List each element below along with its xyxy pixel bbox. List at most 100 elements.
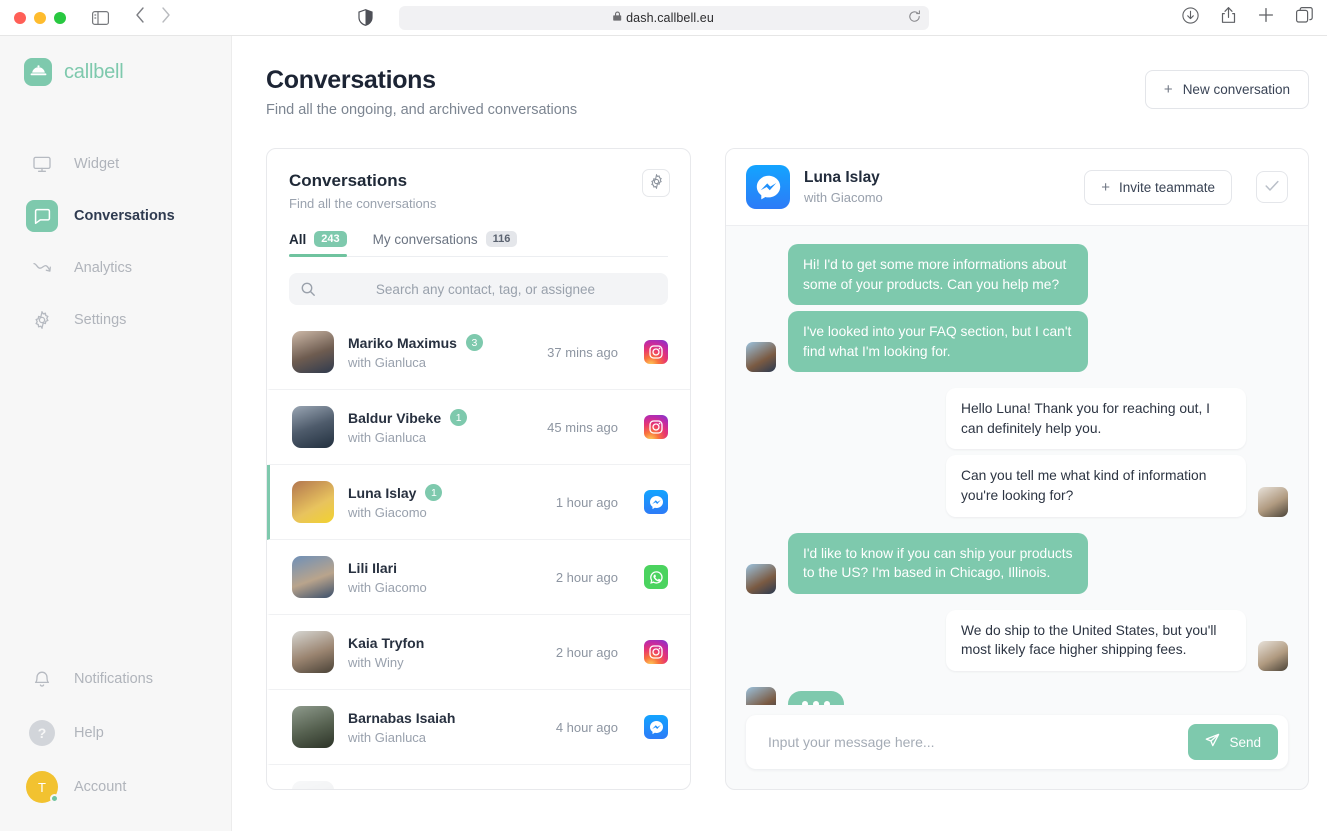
sidebar-item-label: Analytics — [74, 260, 133, 276]
message-bubble: Can you tell me what kind of information… — [946, 455, 1246, 517]
address-bar-container: dash.callbell.eu — [0, 5, 1327, 30]
share-icon[interactable] — [1221, 6, 1236, 29]
contact-avatar — [292, 556, 334, 598]
chat-messages: Hi! I'd to get some more informations ab… — [726, 226, 1308, 705]
back-icon[interactable] — [135, 7, 145, 28]
conversations-panel-header: Conversations Find all the conversations… — [267, 149, 690, 257]
conversation-list[interactable]: Mariko Maximus 3 with Gianluca 37 mins a… — [267, 315, 690, 789]
conversation-list-item[interactable]: Baldur Vibeke 1 with Gianluca 45 mins ag… — [267, 390, 690, 465]
new-conversation-label: New conversation — [1182, 82, 1290, 97]
message-input[interactable] — [768, 734, 1189, 750]
message-composer[interactable]: Send — [746, 715, 1288, 769]
conversation-assignee: with Gianluca — [348, 729, 427, 745]
conversation-list-item[interactable]: Mariko Maximus 3 with Gianluca 37 mins a… — [267, 315, 690, 390]
plus-icon: + — [1101, 178, 1110, 196]
tab-my-conversations-label: My conversations — [372, 231, 478, 247]
app-shell: callbell Widget Conversations Analytics — [0, 36, 1327, 831]
minimize-window-button[interactable] — [34, 11, 46, 24]
tab-all[interactable]: All 243 — [289, 231, 347, 257]
conversations-settings-button[interactable] — [642, 169, 670, 197]
browser-toolbar-right — [1182, 6, 1313, 29]
sidebar-item-notifications[interactable]: Notifications — [0, 655, 231, 703]
window-traffic-lights[interactable] — [14, 11, 66, 24]
conversation-timestamp: 37 mins ago — [547, 344, 618, 360]
contact-name: Kaia Tryfon — [348, 634, 425, 651]
sidebar-toggle-icon[interactable] — [92, 10, 109, 25]
chat-header: Luna Islay with Giacomo + Invite teammat… — [726, 149, 1308, 226]
whatsapp-icon — [644, 565, 668, 589]
sidebar-item-analytics[interactable]: Analytics — [0, 244, 231, 292]
conversation-list-item-selected[interactable]: Luna Islay 1 with Giacomo 1 hour ago — [267, 465, 690, 540]
conversation-list-item[interactable]: Kaia Tryfon with Winy 2 hour ago — [267, 615, 690, 690]
message-bubble: I'd like to know if you can ship your pr… — [788, 532, 1088, 594]
search-input[interactable] — [315, 281, 656, 297]
instagram-icon — [644, 415, 668, 439]
sidebar-item-settings[interactable]: Settings — [0, 296, 231, 344]
invite-teammate-label: Invite teammate — [1118, 179, 1215, 195]
conversation-list-item-partial[interactable] — [267, 765, 690, 789]
browser-navigation[interactable] — [135, 7, 171, 28]
page-title: Conversations — [266, 66, 436, 94]
chat-assignee: with Giacomo — [804, 190, 883, 205]
message-bubble: Hello Luna! Thank you for reaching out, … — [946, 388, 1246, 450]
brand-logo[interactable]: callbell — [0, 36, 231, 86]
conversation-assignee: with Gianluca — [348, 430, 427, 445]
privacy-shield-icon[interactable] — [358, 9, 373, 26]
conversations-panel-title: Conversations — [289, 171, 408, 190]
url-text: dash.callbell.eu — [626, 10, 714, 25]
tab-overview-icon[interactable] — [1296, 7, 1313, 28]
invite-teammate-button[interactable]: + Invite teammate — [1084, 169, 1232, 205]
sidebar-item-label: Account — [74, 779, 127, 795]
panels-row: Conversations Find all the conversations… — [266, 148, 1309, 831]
lock-icon — [613, 11, 622, 24]
message-group-outgoing: We do ship to the United States, but you… — [746, 609, 1288, 671]
close-window-button[interactable] — [14, 11, 26, 24]
conversation-assignee: with Giacomo — [348, 505, 427, 520]
contact-name: Barnabas Isaiah — [348, 709, 456, 726]
message-group-outgoing: Hello Luna! Thank you for reaching out, … — [746, 388, 1288, 517]
sidebar-item-label: Help — [74, 725, 104, 741]
conversation-list-item[interactable]: Lili Ilari with Giacomo 2 hour ago — [267, 540, 690, 615]
instagram-icon — [644, 640, 668, 664]
contact-name: Luna Islay — [348, 484, 417, 501]
message-bubble: Hi! I'd to get some more informations ab… — [788, 244, 1088, 306]
chat-bubble-icon — [26, 200, 58, 232]
conversation-timestamp: 1 hour ago — [555, 494, 618, 510]
trend-down-icon — [26, 252, 58, 284]
conversation-timestamp: 2 hour ago — [555, 644, 618, 660]
message-bubbles: Hi! I'd to get some more informations ab… — [788, 244, 1088, 373]
address-bar[interactable]: dash.callbell.eu — [398, 5, 929, 30]
sidebar-item-widget[interactable]: Widget — [0, 140, 231, 188]
sidebar-item-conversations[interactable]: Conversations — [0, 192, 231, 240]
sidebar-item-account[interactable]: T Account — [0, 763, 231, 811]
search-box[interactable] — [289, 273, 668, 305]
contact-name: Lili Ilari — [348, 559, 398, 576]
conversation-info: Kaia Tryfon with Winy — [348, 635, 542, 670]
tab-my-conversations[interactable]: My conversations 116 — [373, 231, 518, 256]
conversation-info: Luna Islay 1 with Giacomo — [348, 484, 542, 520]
conversations-panel: Conversations Find all the conversations… — [266, 148, 691, 790]
forward-icon[interactable] — [161, 7, 171, 28]
sidebar-item-help[interactable]: ? Help — [0, 709, 231, 757]
downloads-icon[interactable] — [1182, 6, 1199, 29]
maximize-window-button[interactable] — [54, 11, 66, 24]
online-status-dot — [50, 794, 59, 803]
messenger-icon — [644, 715, 668, 739]
resolve-conversation-button[interactable] — [1256, 171, 1288, 203]
url-text-wrapper: dash.callbell.eu — [613, 11, 714, 25]
sidebar-item-label: Settings — [74, 312, 127, 328]
contact-name: Baldur Vibeke — [348, 409, 442, 426]
reload-icon[interactable] — [908, 9, 921, 26]
gear-icon — [649, 173, 664, 192]
conversation-timestamp: 45 mins ago — [547, 419, 618, 435]
check-icon — [1265, 180, 1279, 195]
new-conversation-button[interactable]: + New conversation — [1144, 70, 1309, 109]
tab-all-count: 243 — [314, 231, 347, 247]
conversations-panel-subtitle: Find all the conversations — [289, 196, 437, 211]
new-tab-icon[interactable] — [1258, 7, 1274, 28]
message-bubble: I've looked into your FAQ section, but I… — [788, 311, 1088, 373]
conversation-list-item[interactable]: Barnabas Isaiah with Gianluca 4 hour ago — [267, 690, 690, 765]
send-button[interactable]: Send — [1188, 724, 1278, 760]
contact-avatar — [292, 781, 334, 789]
contact-avatar — [292, 631, 334, 673]
